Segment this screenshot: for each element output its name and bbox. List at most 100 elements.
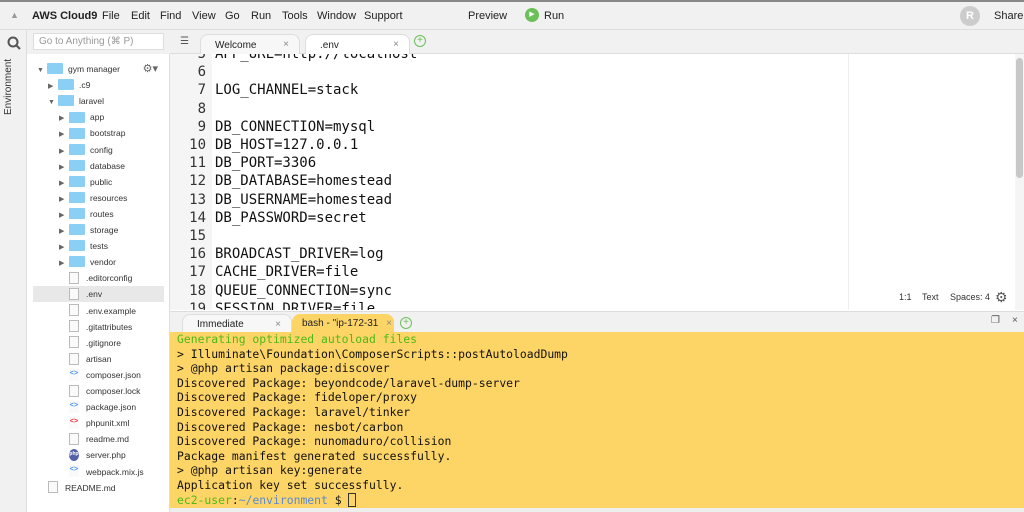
syntax-mode[interactable]: Text xyxy=(922,292,939,302)
tree-item[interactable]: ▶ bootstrap xyxy=(33,125,164,141)
menu-view[interactable]: View xyxy=(192,10,216,22)
code-line[interactable]: DB_PORT=3306 xyxy=(215,155,316,171)
tree-item[interactable]: ▶ public xyxy=(33,174,164,190)
menu-file[interactable]: File xyxy=(102,10,120,22)
tree-item[interactable]: composer.lock xyxy=(33,383,164,399)
code-editor[interactable]: 5 6 7 8 9 10 11 12 13 14 15 16 17 18 19 APP_URL=http:/… xyxy=(170,54,848,310)
tree-item[interactable]: readme.md xyxy=(33,431,164,447)
tree-item[interactable]: .env.example xyxy=(33,303,164,319)
go-to-anything-input[interactable]: Go to Anything (⌘ P) xyxy=(33,33,164,50)
code-line[interactable]: CACHE_DRIVER=file xyxy=(215,264,358,280)
search-icon[interactable] xyxy=(7,36,21,50)
close-icon[interactable]: × xyxy=(386,318,392,329)
tree-item[interactable]: .gitattributes xyxy=(33,319,164,335)
code-line[interactable]: LOG_CHANNEL=stack xyxy=(215,82,358,98)
app-brand[interactable]: AWS Cloud9 xyxy=(32,10,97,22)
menu-run[interactable]: Run xyxy=(251,10,271,22)
line-number: 5 xyxy=(197,54,206,62)
line-number: 8 xyxy=(197,100,206,117)
file-file-icon xyxy=(69,304,79,317)
tree-item[interactable]: ▶ vendor xyxy=(33,254,164,270)
line-number: 15 xyxy=(189,228,206,244)
tree-item[interactable]: php server.php xyxy=(33,447,164,463)
tree-item[interactable]: README.md xyxy=(33,480,164,496)
gear-icon[interactable]: ⚙▾ xyxy=(143,61,158,77)
close-panel-icon[interactable]: × xyxy=(1012,315,1018,326)
add-tab-icon[interactable]: + xyxy=(400,317,412,329)
file-file-icon xyxy=(69,433,79,446)
menu-edit[interactable]: Edit xyxy=(131,10,150,22)
menu-find[interactable]: Find xyxy=(160,10,181,22)
tree-item[interactable]: ▶ resources xyxy=(33,190,164,206)
gear-icon[interactable]: ⚙ xyxy=(995,289,1008,306)
folder-icon xyxy=(69,240,85,252)
tree-item[interactable]: ▶ database xyxy=(33,158,164,174)
tree-item[interactable]: ▼ laravel xyxy=(33,93,164,109)
tree-item[interactable]: ▼ gym manager ⚙▾ xyxy=(33,61,164,77)
tab-bash[interactable]: bash - "ip-172-31 × xyxy=(292,314,394,334)
restore-panel-icon[interactable]: ❐ xyxy=(991,315,1000,326)
menu-support[interactable]: Support xyxy=(364,10,403,22)
code-line[interactable]: SESSION_DRIVER=file xyxy=(215,301,375,310)
close-icon[interactable]: × xyxy=(283,39,289,50)
tree-item[interactable]: .gitignore xyxy=(33,335,164,351)
terminal-line: Generating optimized autoload files xyxy=(177,332,418,346)
code-line[interactable]: DB_PASSWORD=secret xyxy=(215,210,367,226)
cursor-position[interactable]: 1:1 xyxy=(899,292,912,302)
tree-item[interactable]: <> composer.json xyxy=(33,367,164,383)
code-line[interactable]: DB_HOST=127.0.0.1 xyxy=(215,137,358,153)
tree-item[interactable]: ▶ config xyxy=(33,142,164,158)
run-button[interactable]: Run xyxy=(544,10,564,22)
tree-item-label: tests xyxy=(90,241,108,252)
code-line[interactable]: APP_URL=http://localhost xyxy=(215,54,417,62)
tree-item[interactable]: ▶ app xyxy=(33,109,164,125)
tree-item[interactable]: .env xyxy=(33,286,164,303)
tree-item[interactable]: ▶ .c9 xyxy=(33,77,164,93)
collapse-menu-icon[interactable]: ▲ xyxy=(10,10,19,20)
line-number: 16 xyxy=(189,246,206,263)
line-number: 18 xyxy=(189,282,206,299)
close-icon[interactable]: × xyxy=(275,319,281,330)
tree-item[interactable]: artisan xyxy=(33,351,164,367)
tree-item[interactable]: ▶ storage xyxy=(33,222,164,238)
tab-label: Immediate xyxy=(197,319,244,330)
code-line[interactable]: QUEUE_CONNECTION=sync xyxy=(215,283,392,299)
tree-item-label: .c9 xyxy=(79,80,91,91)
tab-list-icon[interactable]: ☰ xyxy=(180,36,189,47)
close-icon[interactable]: × xyxy=(393,39,399,50)
code-line[interactable]: DB_DATABASE=homestead xyxy=(215,173,392,189)
tab-welcome[interactable]: Welcome × xyxy=(200,34,300,54)
json-file-icon: <> xyxy=(69,368,79,381)
menu-tools[interactable]: Tools xyxy=(282,10,308,22)
terminal-tab-bar: Immediate × bash - "ip-172-31 × + ❐ × xyxy=(170,311,1024,334)
indent-setting[interactable]: Spaces: 4 xyxy=(950,292,990,302)
tab-env[interactable]: .env × xyxy=(305,34,410,54)
run-icon[interactable]: ▶ xyxy=(525,8,539,22)
terminal[interactable]: Generating optimized autoload files > Ill… xyxy=(170,332,1024,512)
environment-panel-tab[interactable]: Environment xyxy=(3,55,14,115)
scrollbar-thumb[interactable] xyxy=(1016,58,1023,178)
tree-item[interactable]: ▶ routes xyxy=(33,206,164,222)
terminal-scrollbar[interactable] xyxy=(170,508,1024,512)
tree-item[interactable]: ▶ tests xyxy=(33,238,164,254)
tree-item[interactable]: <> package.json xyxy=(33,399,164,415)
code-line[interactable]: DB_CONNECTION=mysql xyxy=(215,119,375,135)
tab-label: bash - "ip-172-31 xyxy=(302,318,379,329)
menu-window[interactable]: Window xyxy=(317,10,356,22)
tree-item[interactable]: .editorconfig xyxy=(33,270,164,286)
tree-item[interactable]: <> webpack.mix.js xyxy=(33,464,164,480)
tree-item-label: gym manager xyxy=(68,64,120,74)
share-button[interactable]: Share xyxy=(994,10,1023,22)
code-line[interactable]: BROADCAST_DRIVER=log xyxy=(215,246,384,262)
tree-item-label: bootstrap xyxy=(90,128,126,139)
avatar[interactable]: R xyxy=(960,6,980,26)
tab-immediate[interactable]: Immediate × xyxy=(182,314,292,334)
preview-button[interactable]: Preview xyxy=(468,10,507,22)
editor-scrollbar[interactable] xyxy=(1015,54,1024,310)
menu-go[interactable]: Go xyxy=(225,10,240,22)
terminal-prompt[interactable]: ec2-user:~/environment $ xyxy=(177,493,357,508)
add-tab-icon[interactable]: + xyxy=(414,35,426,47)
tree-item[interactable]: <> phpunit.xml xyxy=(33,415,164,431)
terminal-line: Application key set successfully. xyxy=(177,478,404,492)
code-line[interactable]: DB_USERNAME=homestead xyxy=(215,192,392,208)
